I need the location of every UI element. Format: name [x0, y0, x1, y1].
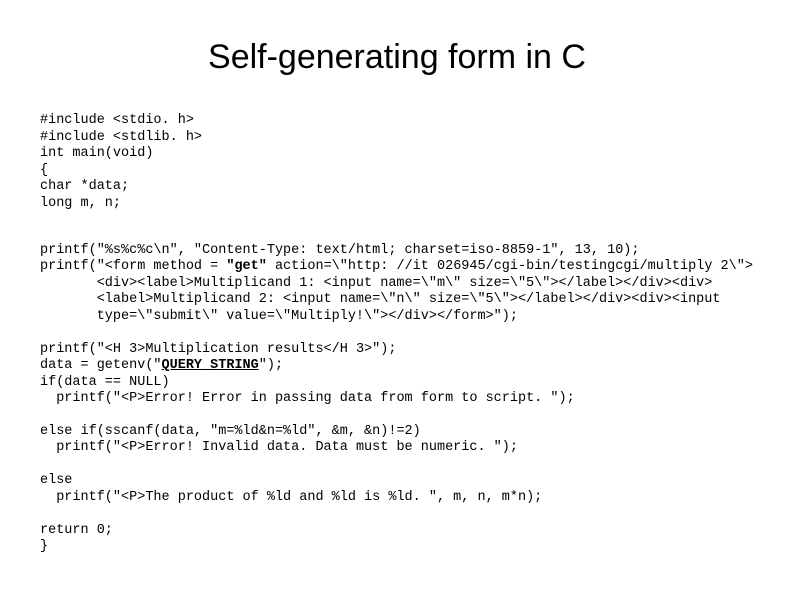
code-line: if(data == NULL) [40, 375, 170, 390]
code-fragment-bold: "get" [226, 259, 267, 274]
code-line: long m, n; [40, 196, 121, 211]
code-line: { [40, 163, 48, 178]
code-fragment: printf("<form method = [40, 259, 226, 274]
code-line: int main(void) [40, 146, 153, 161]
code-line: #include <stdio. h> [40, 113, 194, 128]
code-fragment: data = getenv(" [40, 358, 162, 373]
code-line: data = getenv("QUERY_STRING"); [40, 358, 283, 373]
code-line: return 0; [40, 523, 113, 538]
code-line: #include <stdlib. h> [40, 130, 202, 145]
code-line: printf("<P>Error! Invalid data. Data mus… [40, 440, 754, 456]
code-line: printf("<P>The product of %ld and %ld is… [40, 490, 754, 506]
code-block-body: printf("%s%c%c\n", "Content-Type: text/h… [40, 226, 754, 555]
code-line: char *data; [40, 179, 129, 194]
code-line: else if(sscanf(data, "m=%ld&n=%ld", &m, … [40, 424, 421, 439]
page-title: Self-generating form in C [40, 38, 754, 77]
code-line: printf("<P>Error! Error in passing data … [40, 391, 754, 407]
slide: Self-generating form in C #include <stdi… [0, 0, 794, 586]
code-line: } [40, 539, 48, 554]
code-line: else [40, 473, 72, 488]
code-line: printf("%s%c%c\n", "Content-Type: text/h… [40, 243, 640, 258]
code-line-wrapped: printf("<form method = "get" action=\"ht… [40, 259, 754, 325]
code-fragment-emphasis: QUERY_STRING [162, 358, 259, 373]
code-fragment: "); [259, 358, 283, 373]
code-line: printf("<H 3>Multiplication results</H 3… [40, 342, 396, 357]
code-block-declarations: #include <stdio. h> #include <stdlib. h>… [40, 97, 754, 212]
